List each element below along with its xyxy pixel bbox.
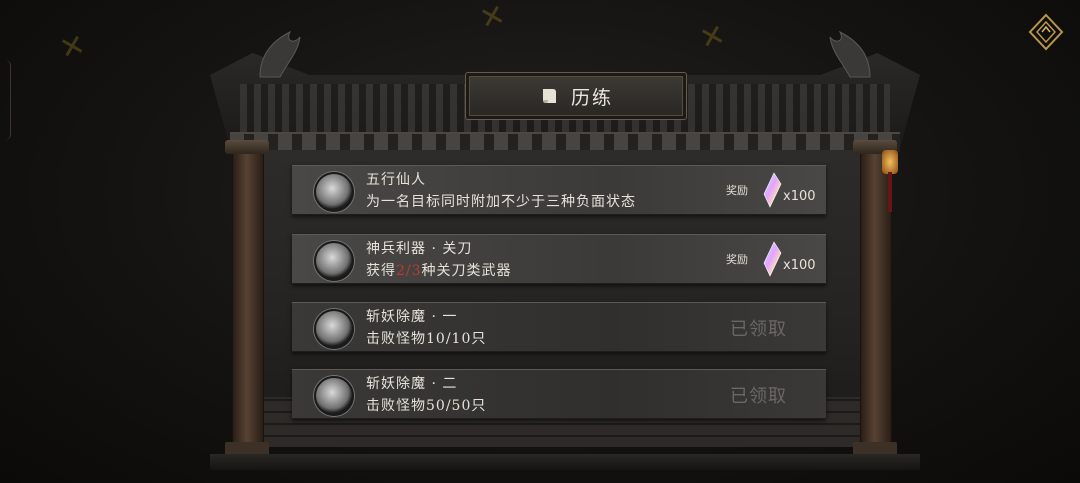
task-name: 斩妖除魔 · 二 [366,376,458,392]
task-row[interactable]: 神兵利器 · 关刀 获得2/3种关刀类武器 奖励 x100 [292,234,826,284]
claimed-status: 已领取 [730,386,787,407]
reward-label: 奖励 [726,184,748,197]
dragon-ornament-icon [259,30,301,78]
pillar-left [232,147,264,462]
lantern-icon [882,150,898,174]
ground [210,454,920,470]
task-progress: 2/3 [396,263,422,279]
dragon-ornament-icon [829,30,871,78]
task-row[interactable]: 斩妖除魔 · 一 击败怪物10/10只 已领取 [292,302,826,352]
page-title: 历练 [570,86,613,109]
swirl-badge-icon [314,172,354,212]
reward-count: x100 [783,189,816,204]
task-description: 获得2/3种关刀类武器 [366,263,512,279]
background-glyph: ✕ [55,27,90,68]
task-row[interactable]: 五行仙人 为一名目标同时附加不少于三种负面状态 奖励 x100 [292,165,826,215]
side-tab[interactable] [0,60,11,140]
task-description: 击败怪物10/10只 [366,331,487,347]
lantern-tassel [888,172,892,212]
reward-label: 奖励 [726,253,748,266]
task-name: 斩妖除魔 · 一 [366,309,458,325]
blade-two-badge-icon [314,376,354,416]
crystal-icon [763,241,782,277]
task-name: 五行仙人 [366,172,426,188]
blade-one-badge-icon [314,309,354,349]
scroll-icon [542,89,556,103]
pillar-cap [225,140,269,154]
task-name: 神兵利器 · 关刀 [366,241,473,257]
crystal-icon [763,172,782,208]
claimed-status: 已领取 [730,319,787,340]
task-description: 击败怪物50/50只 [366,398,487,414]
eave [230,132,900,152]
diamond-back-icon[interactable] [1026,12,1066,52]
task-description: 为一名目标同时附加不少于三种负面状态 [366,194,636,210]
title-plaque: 历练 [465,72,687,120]
claw-badge-icon [314,241,354,281]
reward-count: x100 [783,258,816,273]
task-row[interactable]: 斩妖除魔 · 二 击败怪物50/50只 已领取 [292,369,826,419]
